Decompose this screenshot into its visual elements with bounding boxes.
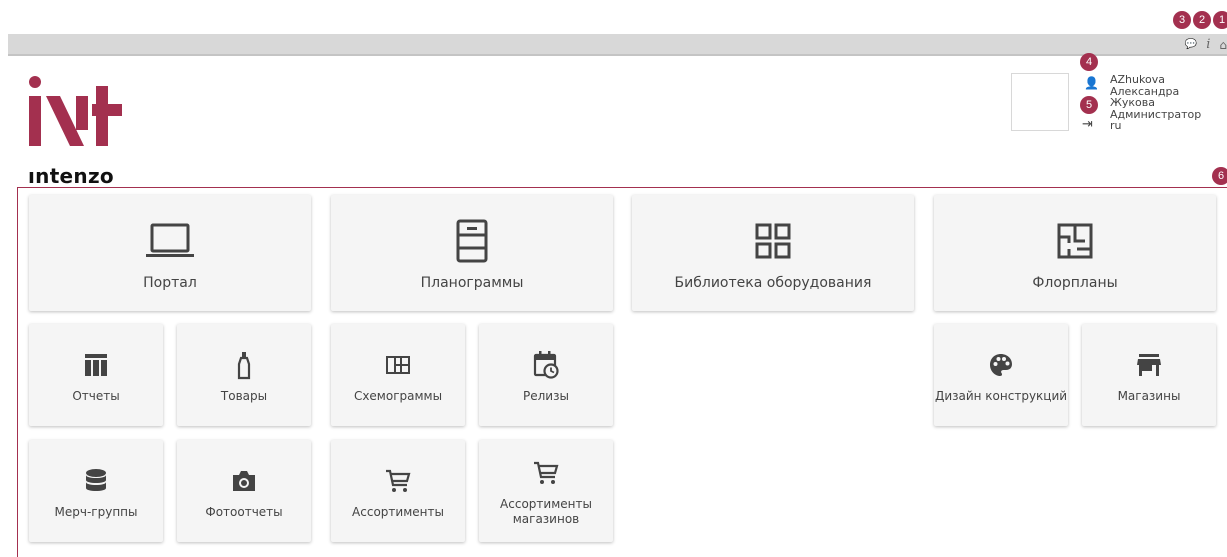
logout-icon[interactable]: ⇥	[1082, 117, 1093, 132]
tile-portal[interactable]: Портал	[29, 195, 311, 311]
tile-label: Планограммы	[420, 275, 524, 291]
camera-icon	[230, 463, 258, 499]
tile-label: Ассортименты магазинов	[500, 497, 592, 526]
avatar[interactable]	[1011, 73, 1069, 131]
badge-6: 6	[1212, 167, 1227, 185]
tile-label: Схемограммы	[353, 388, 443, 403]
grid-layout-icon	[385, 347, 411, 383]
badge-4: 4	[1080, 53, 1098, 71]
user-login: AZhukova	[1110, 73, 1165, 86]
user-info: AZhukova Александра Жукова Администратор…	[1110, 74, 1201, 132]
cart-icon	[384, 463, 412, 499]
database-icon	[83, 463, 109, 499]
top-toolbar	[8, 34, 1227, 56]
shelf-icon	[454, 219, 490, 263]
bottle-icon	[234, 347, 254, 383]
badge-2: 2	[1193, 11, 1211, 29]
badge-3: 3	[1173, 11, 1191, 29]
tile-label: Фотоотчеты	[205, 504, 283, 519]
calendar-clock-icon	[532, 347, 560, 383]
tile-label: Релизы	[523, 388, 569, 403]
store-icon	[1135, 347, 1163, 383]
tile-construction-design[interactable]: Дизайн конструкций	[934, 324, 1068, 426]
tile-schemograms[interactable]: Схемограммы	[331, 324, 465, 426]
home-icon[interactable]: ⌂	[1219, 38, 1227, 52]
badge-1: 1	[1213, 11, 1227, 29]
tile-label: Товары	[220, 388, 268, 403]
info-icon[interactable]: i	[1206, 38, 1210, 52]
palette-icon	[987, 347, 1015, 383]
tile-equipment-library[interactable]: Библиотека оборудования	[632, 195, 914, 311]
user-role: Администратор	[1110, 107, 1202, 121]
tile-label: Мерч-группы	[54, 504, 138, 519]
tile-releases[interactable]: Релизы	[479, 324, 613, 426]
tile-label: Библиотека оборудования	[674, 275, 872, 291]
tile-label: Флорпланы	[1032, 275, 1118, 291]
tile-planograms[interactable]: Планограммы	[331, 195, 613, 311]
tile-photo-reports[interactable]: Фотоотчеты	[177, 440, 311, 542]
tile-merch-groups[interactable]: Мерч-группы	[29, 440, 163, 542]
logo-wordmark: ıntenzo	[28, 164, 114, 188]
toolbar-icons: 💬 i ⌂	[1185, 38, 1227, 53]
comment-icon[interactable]: 💬	[1185, 38, 1197, 52]
tile-assortments[interactable]: Ассортименты	[331, 440, 465, 542]
tile-label: Магазины	[1117, 388, 1181, 403]
grid-view-icon	[753, 219, 793, 263]
person-icon: 👤	[1084, 76, 1099, 90]
cart-icon	[532, 455, 560, 491]
laptop-icon	[144, 219, 196, 263]
tile-label: Дизайн конструкций	[934, 388, 1068, 403]
table-chart-icon	[82, 347, 110, 383]
tile-floorplans[interactable]: Флорпланы	[934, 195, 1216, 311]
badge-5: 5	[1080, 96, 1098, 114]
user-locale[interactable]: ru	[1110, 120, 1201, 132]
user-last-name: Жукова	[1110, 96, 1155, 109]
tile-stores[interactable]: Магазины	[1082, 324, 1216, 426]
tile-label: Портал	[143, 275, 197, 291]
tile-label: Отчеты	[72, 388, 120, 403]
tile-store-assortments[interactable]: Ассортименты магазинов	[479, 440, 613, 542]
tile-label: Ассортименты	[352, 504, 444, 519]
tile-reports[interactable]: Отчеты	[29, 324, 163, 426]
floorplan-icon	[1055, 219, 1095, 263]
tile-products[interactable]: Товары	[177, 324, 311, 426]
